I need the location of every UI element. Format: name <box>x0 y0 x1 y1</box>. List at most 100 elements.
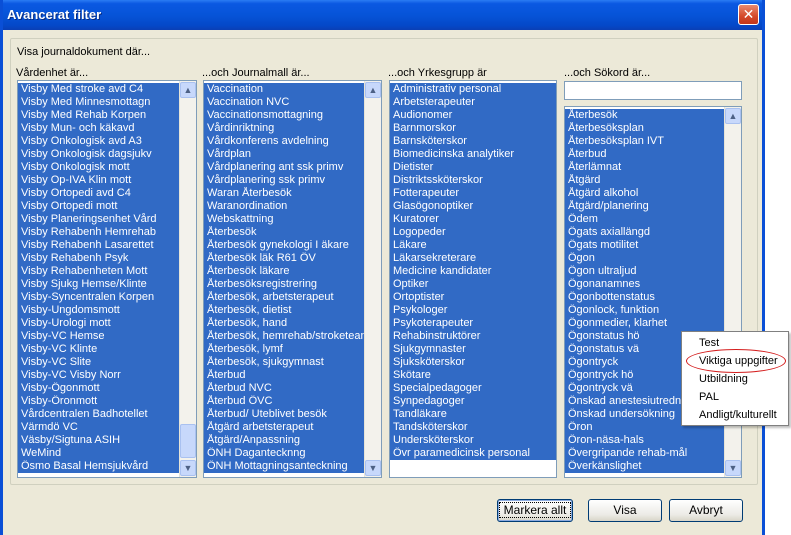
list-item[interactable]: Visby Onkologisk avd A3 <box>18 135 179 148</box>
list-item[interactable]: Överkänslighet <box>565 460 724 473</box>
list-item[interactable]: Ögonanamnes <box>565 278 724 291</box>
list-item[interactable]: Vårdkonferens avdelning <box>204 135 364 148</box>
scroll-down-icon[interactable]: ▼ <box>365 460 381 476</box>
show-button[interactable]: Visa <box>588 499 662 522</box>
list-item[interactable]: Vaccinationsmottagning <box>204 109 364 122</box>
list-item[interactable]: Återbesöksregistrering <box>204 278 364 291</box>
journalmall-scrollbar[interactable]: ▲ ▼ <box>364 81 381 477</box>
list-item[interactable]: Undersköterskor <box>390 434 556 447</box>
scroll-up-icon[interactable]: ▲ <box>180 82 196 98</box>
list-item[interactable]: Åtgärd <box>565 174 724 187</box>
menu-item[interactable]: PAL <box>682 388 788 406</box>
list-item[interactable]: Vårdinriktning <box>204 122 364 135</box>
list-item[interactable]: Ögats motilitet <box>565 239 724 252</box>
menu-item[interactable]: Andligt/kulturellt <box>682 406 788 424</box>
list-item[interactable]: Läkare <box>390 239 556 252</box>
list-item[interactable]: Vårdplanering ant ssk primv <box>204 161 364 174</box>
list-item[interactable]: Visby Rehabenheten Mott <box>18 265 179 278</box>
list-item[interactable]: Visby Op-IVA Klin mott <box>18 174 179 187</box>
list-item[interactable]: Ögonbottenstatus <box>565 291 724 304</box>
list-item[interactable]: Värmdö VC <box>18 421 179 434</box>
list-item[interactable]: Återbud <box>204 369 364 382</box>
list-item[interactable]: Vaccination NVC <box>204 96 364 109</box>
list-item[interactable]: ÖNH Dagantecknng <box>204 447 364 460</box>
scroll-thumb[interactable] <box>180 424 196 458</box>
list-item[interactable]: WeMind <box>18 447 179 460</box>
list-item[interactable]: Arbetsterapeuter <box>390 96 556 109</box>
list-item[interactable]: Fotterapeuter <box>390 187 556 200</box>
list-item[interactable]: Kuratorer <box>390 213 556 226</box>
list-item[interactable]: Vårdplan <box>204 148 364 161</box>
list-item[interactable]: ÖNH Mottagningsanteckning <box>204 460 364 473</box>
list-item[interactable]: Biomedicinska analytiker <box>390 148 556 161</box>
cancel-button[interactable]: Avbryt <box>669 499 743 522</box>
list-item[interactable]: Vårdcentralen Badhotellet <box>18 408 179 421</box>
list-item[interactable]: Återbesök, dietist <box>204 304 364 317</box>
list-item[interactable]: Specialpedagoger <box>390 382 556 395</box>
list-item[interactable]: Ögon ultraljud <box>565 265 724 278</box>
list-item[interactable]: Återbud <box>565 148 724 161</box>
list-item[interactable]: Waran Återbesök <box>204 187 364 200</box>
list-item[interactable]: Åtgärd arbetsterapeut <box>204 421 364 434</box>
list-item[interactable]: Visby Sjukg Hemse/Klinte <box>18 278 179 291</box>
list-item[interactable]: Glasögonoptiker <box>390 200 556 213</box>
list-item[interactable]: Rehabinstruktörer <box>390 330 556 343</box>
journalmall-list[interactable]: Vaccination Vaccination NVC Vaccinationsmo… <box>203 80 382 478</box>
list-item[interactable]: Åtgärd/Anpassning <box>204 434 364 447</box>
list-item[interactable]: Synpedagoger <box>390 395 556 408</box>
vardenhet-list[interactable]: Visby Med stroke avd C4 Visby Med Minnesm… <box>17 80 197 478</box>
list-item[interactable]: Barnmorskor <box>390 122 556 135</box>
list-item[interactable]: Övergripande rehab-mål <box>565 447 724 460</box>
list-item[interactable]: Audionomer <box>390 109 556 122</box>
select-all-button[interactable]: Markera allt <box>497 499 573 522</box>
list-item[interactable]: Visby-VC Slite <box>18 356 179 369</box>
list-item[interactable]: Läkarsekreterare <box>390 252 556 265</box>
list-item[interactable]: Visby-Ögonmott <box>18 382 179 395</box>
list-item[interactable]: Dietister <box>390 161 556 174</box>
list-item[interactable]: Återbesök, sjukgymnast <box>204 356 364 369</box>
list-item[interactable]: Åtgärd alkohol <box>565 187 724 200</box>
list-item[interactable]: Övr paramedicinsk personal <box>390 447 556 460</box>
list-item[interactable]: Återbesök, hand <box>204 317 364 330</box>
list-item[interactable]: Återlämnat <box>565 161 724 174</box>
yrkesgrupp-list[interactable]: Administrativ personal Arbetsterapeuter Au… <box>389 80 557 478</box>
list-item[interactable]: Visby Mun- och käkavd <box>18 122 179 135</box>
list-item[interactable]: Waranordination <box>204 200 364 213</box>
close-icon[interactable]: ✕ <box>738 4 759 25</box>
list-item[interactable]: Optiker <box>390 278 556 291</box>
scroll-up-icon[interactable]: ▲ <box>365 82 381 98</box>
list-item[interactable]: Visby Rehabenh Psyk <box>18 252 179 265</box>
list-item[interactable]: Visby-VC Klinte <box>18 343 179 356</box>
list-item[interactable]: Återbesöksplan <box>565 122 724 135</box>
list-item[interactable]: Återbesök läkare <box>204 265 364 278</box>
list-item[interactable]: Visby Onkologisk dagsjukv <box>18 148 179 161</box>
list-item[interactable]: Visby Rehabenh Hemrehab <box>18 226 179 239</box>
list-item[interactable]: Logopeder <box>390 226 556 239</box>
list-item[interactable]: Psykologer <box>390 304 556 317</box>
list-item[interactable]: Visby-VC Visby Norr <box>18 369 179 382</box>
list-item[interactable]: Visby Med Minnesmottagn <box>18 96 179 109</box>
scroll-down-icon[interactable]: ▼ <box>180 460 196 476</box>
sokord-search-input[interactable] <box>564 81 742 100</box>
list-item[interactable]: Sjuksköterskor <box>390 356 556 369</box>
list-item[interactable]: Barnsköterskor <box>390 135 556 148</box>
list-item[interactable]: Vårdplanering ssk primv <box>204 174 364 187</box>
list-item[interactable]: Återbesök gynekologi I äkare <box>204 239 364 252</box>
list-item[interactable]: Åtgärd/planering <box>565 200 724 213</box>
list-item[interactable]: Visby-Öronmott <box>18 395 179 408</box>
list-item[interactable]: Psykoterapeuter <box>390 317 556 330</box>
list-item[interactable]: Vaccination <box>204 83 364 96</box>
list-item[interactable]: Väsby/Sigtuna ASIH <box>18 434 179 447</box>
list-item[interactable]: Återbesök, lymf <box>204 343 364 356</box>
list-item[interactable]: Ögon <box>565 252 724 265</box>
list-item[interactable]: Återbud/ Uteblivet besök <box>204 408 364 421</box>
list-item[interactable]: Återbesök, hemrehab/stroketean <box>204 330 364 343</box>
list-item[interactable]: Återbud ÖVC <box>204 395 364 408</box>
list-item[interactable]: Återbesök <box>565 109 724 122</box>
list-item[interactable]: Ögonmedier, klarhet <box>565 317 724 330</box>
list-item[interactable]: Ödem <box>565 213 724 226</box>
scroll-up-icon[interactable]: ▲ <box>725 108 741 124</box>
list-item[interactable]: Återbesök läk R61 ÖV <box>204 252 364 265</box>
list-item[interactable]: Tandläkare <box>390 408 556 421</box>
list-item[interactable]: Visby Med stroke avd C4 <box>18 83 179 96</box>
